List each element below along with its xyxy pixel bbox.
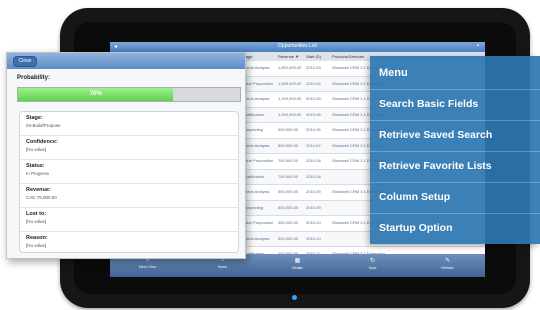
cell-stage: Prospecting xyxy=(242,204,264,210)
menu-divider xyxy=(370,120,540,121)
screen-title: Opportunities List xyxy=(278,43,317,49)
menu-item-column-setup[interactable]: Column Setup xyxy=(370,191,540,203)
toolbar-tab[interactable]: ✎ Refresh xyxy=(410,254,485,277)
app-title-bar: ◂ Opportunities List ▪ xyxy=(110,42,485,52)
cell-stage: Needs Analysis xyxy=(242,235,270,241)
menu-item-retrieve-saved-search[interactable]: Retrieve Saved Search xyxy=(370,129,540,141)
cell-stage: Value Proposition xyxy=(242,158,274,163)
probability-value: 70% xyxy=(89,91,102,97)
cell-stage: Prospecting xyxy=(242,127,264,132)
cell-start: 2010-09 xyxy=(306,189,321,194)
toolbar-tab-label: Menu View xyxy=(138,265,157,269)
cell-stage: Qualification xyxy=(242,173,265,179)
detail-field-value: [No value] xyxy=(26,243,47,248)
close-button[interactable]: Close xyxy=(13,56,37,67)
menu-divider xyxy=(370,151,540,152)
cell-start: 2010-06 xyxy=(306,127,321,132)
toolbar-tab-label: Refresh xyxy=(441,266,454,270)
menu-title: Menu xyxy=(379,67,408,79)
camera-led xyxy=(292,295,297,300)
toolbar-tab-label: Home xyxy=(217,265,228,269)
column-header-revenue[interactable]: Revenue ▼ xyxy=(278,54,299,59)
detail-field-label: Stage: xyxy=(26,115,43,121)
menu-divider xyxy=(370,213,540,214)
cell-start: 2010-04 xyxy=(306,80,321,86)
detail-field-label: Revenue: xyxy=(26,187,51,193)
column-header-products[interactable]: Products/Services xyxy=(332,54,364,59)
cell-revenue: 600,000.00 xyxy=(278,204,299,210)
toolbar-tab-icon: ✎ xyxy=(444,258,451,264)
toolbar-tab-label: Sync xyxy=(368,266,377,270)
cell-start: 2010-08 xyxy=(306,173,321,179)
cell-start: 2010-05 xyxy=(306,96,321,101)
toolbar-tab[interactable]: ↻ Sync xyxy=(335,254,410,277)
cell-start: 2010-03 xyxy=(306,65,321,70)
detail-field[interactable]: Stage: 04-Build/Propose xyxy=(20,112,238,136)
detail-field[interactable]: Lost to: [No value] xyxy=(20,208,238,232)
toolbar-tab[interactable]: ▦ Details xyxy=(260,254,335,277)
detail-field-value: [No value] xyxy=(26,219,47,224)
cell-revenue: 750,000.00 xyxy=(278,158,299,163)
cell-revenue: 800,000.00 xyxy=(278,142,299,148)
menu-divider xyxy=(370,89,540,90)
menu-divider xyxy=(370,182,540,183)
menu-item-search-basic-fields[interactable]: Search Basic Fields xyxy=(370,98,540,110)
cell-start: 2010-10 xyxy=(306,220,321,225)
cell-revenue: 1,200,000.00 xyxy=(278,96,302,101)
detail-panel: Close Probability: 70% Stage: 04-Build/Pr… xyxy=(6,52,246,259)
detail-field-label: Lost to: xyxy=(26,211,47,217)
settings-icon[interactable]: ▪ xyxy=(477,43,479,49)
cell-revenue: 700,000.00 xyxy=(278,173,299,179)
cell-stage: Qualification xyxy=(242,111,265,117)
cell-stage: Needs Analysis xyxy=(242,65,270,70)
column-header-start[interactable]: Start (D) xyxy=(306,54,321,59)
detail-panel-header: Close xyxy=(7,53,245,69)
cell-start: 2010-09 xyxy=(306,204,321,210)
cell-start: 2010-08 xyxy=(306,158,321,163)
cell-start: 2010-07 xyxy=(306,142,321,148)
detail-field[interactable]: Status: In Progress xyxy=(20,160,238,184)
detail-field-value: 04-Build/Propose xyxy=(26,123,61,128)
detail-field[interactable]: Reason: [No value] xyxy=(20,232,238,252)
menu-item-startup-option[interactable]: Startup Option xyxy=(370,222,540,234)
cell-revenue: 550,000.00 xyxy=(278,220,299,225)
cell-stage: Needs Analysis xyxy=(242,189,270,194)
menu-item-retrieve-favorite-lists[interactable]: Retrieve Favorite Lists xyxy=(370,160,540,172)
cell-revenue: 900,000.00 xyxy=(278,127,299,132)
cell-stage: Needs Analysis xyxy=(242,96,270,101)
detail-field-label: Confidence: xyxy=(26,139,58,145)
probability-bar: 70% xyxy=(17,87,241,102)
menu-panel: Menu Search Basic Fields Retrieve Saved S… xyxy=(370,56,540,244)
probability-label: Probability: xyxy=(17,75,51,81)
cell-revenue: 1,800,000.00 xyxy=(278,65,302,70)
detail-field-label: Reason: xyxy=(26,235,48,241)
detail-fields: Stage: 04-Build/Propose Confidence: [No val… xyxy=(19,111,239,253)
cell-revenue: 650,000.00 xyxy=(278,189,299,194)
cell-start: 2010-10 xyxy=(306,235,321,241)
detail-field[interactable]: Revenue: CAD 75,000.00 xyxy=(20,184,238,208)
cell-revenue: 1,000,000.00 xyxy=(278,111,302,117)
cell-stage: Value Proposition xyxy=(242,220,274,225)
detail-field-value: CAD 75,000.00 xyxy=(26,195,57,200)
cell-revenue: 1,500,000.00 xyxy=(278,80,302,86)
detail-field[interactable]: Confidence: [No value] xyxy=(20,136,238,160)
cell-stage: Value Proposition xyxy=(242,80,274,86)
cell-stage: Needs Analysis xyxy=(242,142,270,148)
cell-revenue: 500,000.00 xyxy=(278,235,299,241)
toolbar-tab-icon: ▦ xyxy=(294,258,301,264)
detail-field-value: [No value] xyxy=(26,147,47,152)
detail-field-value: In Progress xyxy=(26,171,50,176)
detail-field-label: Status: xyxy=(26,163,45,169)
cell-start: 2010-06 xyxy=(306,111,321,117)
toolbar-tab-label: Details xyxy=(292,266,303,270)
toolbar-tab-icon: ↻ xyxy=(369,258,376,264)
